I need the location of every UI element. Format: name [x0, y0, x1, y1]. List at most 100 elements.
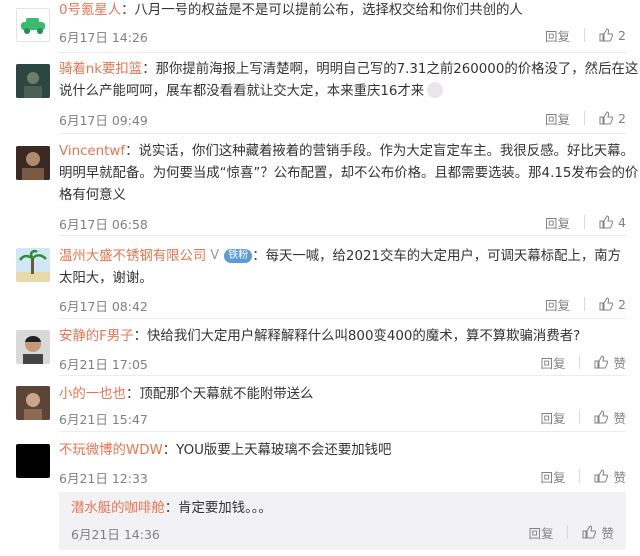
like-count: 2 [618, 27, 626, 43]
username[interactable]: 不玩微博的WDW [59, 443, 163, 458]
timestamp: 6月21日 14:36 [71, 527, 160, 542]
comment-item: 0号氪星人：八月一号的权益是不是可以提前公布，选择权交给和你们共创的人 6月17… [0, 0, 640, 56]
comment-text: 说什么产能呵呵，展车都没看看就让交大定，本来重庆16才来 [59, 81, 626, 103]
divider [584, 28, 586, 42]
like-button[interactable]: 赞 [594, 353, 626, 372]
username[interactable]: 骑着nk要扣篮 [59, 62, 142, 77]
comment-text: Vincentwf：说实话，你们这种藏着掖着的营销手段。作为大定盲定车主。我很反… [59, 144, 634, 159]
comment-body: 快给我们大定用户解释解释什么叫800变400的魔术，算不算欺骗消费者? [147, 329, 581, 344]
sub-reply: 潜水艇的咖啡舱：肯定要加钱。。。 6月21日 14:36 回复 赞 [59, 492, 626, 550]
comment-item: 骑着nk要扣篮：那你提前海报上写清楚啊，明明自己写的7.31之前260000的价… [0, 56, 640, 138]
divider [584, 111, 586, 125]
comment-actions: 回复 赞 [528, 523, 614, 541]
avatar[interactable] [16, 330, 50, 364]
reply-button[interactable]: 回复 [545, 213, 570, 232]
like-button[interactable]: 4 [599, 215, 626, 230]
timestamp: 6月17日 08:42 [59, 299, 148, 314]
reply-button[interactable]: 回复 [545, 26, 570, 45]
reply-button[interactable]: 回复 [540, 353, 565, 372]
like-count: 2 [618, 110, 626, 126]
comment-text: 安静的F男子：快给我们大定用户解释解释什么叫800变400的魔术，算不算欺骗消费… [59, 329, 581, 344]
comment-body: YOU版要上天幕玻璃不会还要加钱吧 [176, 443, 392, 458]
like-button[interactable]: 赞 [594, 408, 626, 427]
like-label: 赞 [613, 469, 626, 485]
comment-body: 说实话，你们这种藏着掖着的营销手段。作为大定盲定车主。我很反感。好比天幕。 [138, 144, 634, 159]
comment-actions: 回复 赞 [540, 467, 626, 485]
comment-text: 小的一也也：顶配那个天幕就不能附带送么 [59, 387, 314, 402]
comment-body: 八月一号的权益是不是可以提前公布，选择权交给和你们共创的人 [134, 3, 523, 18]
reply-button[interactable]: 回复 [528, 523, 553, 542]
timestamp: 6月21日 15:47 [59, 412, 148, 427]
comment-item: 安静的F男子：快给我们大定用户解释解释什么叫800变400的魔术，算不算欺骗消费… [0, 322, 640, 378]
comment-actions: 回复 4 [545, 213, 626, 231]
like-button[interactable]: 赞 [594, 467, 626, 486]
verified-badge: V [210, 248, 220, 263]
comment-text: 不玩微博的WDW：YOU版要上天幕玻璃不会还要加钱吧 [59, 443, 392, 458]
username[interactable]: 潜水艇的咖啡舱 [71, 501, 165, 516]
comment-text: 0号氪星人：八月一号的权益是不是可以提前公布，选择权交给和你们共创的人 [59, 3, 523, 18]
like-button[interactable]: 赞 [582, 523, 614, 542]
like-button[interactable]: 2 [599, 297, 626, 312]
comment-text: 格有何意义 [59, 188, 126, 203]
username[interactable]: 温州大盛不锈钢有限公司 [59, 249, 206, 264]
comment-text: 明明早就配备。为何要当成“惊喜”？公布配置，却不公布价格。且都需要选装。那4.1… [59, 166, 639, 181]
thumbs-up-icon [582, 525, 597, 539]
reply-button[interactable]: 回复 [540, 408, 565, 427]
divider [584, 297, 586, 311]
reply-button[interactable]: 回复 [540, 467, 565, 486]
username[interactable]: 小的一也也 [59, 387, 126, 402]
divider [579, 355, 581, 369]
comment-body: 肯定要加钱。。。 [178, 501, 272, 516]
like-button[interactable]: 2 [599, 111, 626, 126]
timestamp: 6月17日 06:58 [59, 217, 148, 232]
reply-button[interactable]: 回复 [545, 109, 570, 128]
timestamp: 6月17日 14:26 [59, 30, 148, 45]
thumbs-up-icon [594, 410, 609, 424]
divider [584, 215, 586, 229]
thumbs-up-icon [599, 215, 614, 229]
divider [579, 410, 581, 424]
avatar[interactable] [16, 8, 50, 42]
timestamp: 6月21日 17:05 [59, 357, 148, 372]
comment-body: 说什么产能呵呵，展车都没看看就让交大定，本来重庆16才来 [59, 84, 425, 99]
avatar[interactable] [16, 444, 50, 478]
like-label: 赞 [613, 355, 626, 371]
comment-item: 小的一也也：顶配那个天幕就不能附带送么 6月21日 15:47 回复 赞 [0, 378, 640, 434]
timestamp: 6月21日 12:33 [59, 471, 148, 486]
like-label: 赞 [613, 410, 626, 426]
avatar[interactable] [16, 386, 50, 420]
comment-body: 那你提前海报上写清楚啊，明明自己写的7.31之前260000的价格没了，然后在这 [155, 62, 639, 77]
divider [59, 431, 626, 432]
comment-text: 太阳大，谢谢。 [59, 271, 153, 286]
avatar[interactable] [16, 64, 50, 98]
comment-actions: 回复 2 [545, 109, 626, 127]
username[interactable]: Vincentwf [59, 144, 125, 159]
comment-body: 每天一喊，给2021交车的大定用户，可调天幕标配上，南方 [265, 249, 622, 264]
comment-text: 骑着nk要扣篮：那你提前海报上写清楚啊，明明自己写的7.31之前260000的价… [59, 62, 639, 77]
comment-text: 潜水艇的咖啡舱：肯定要加钱。。。 [71, 501, 272, 516]
thumbs-up-icon [594, 355, 609, 369]
divider [579, 469, 581, 483]
like-count: 4 [618, 214, 626, 230]
username[interactable]: 0号氪星人 [59, 3, 121, 18]
like-button[interactable]: 2 [599, 28, 626, 43]
divider [59, 52, 626, 53]
thumbs-up-icon [599, 111, 614, 125]
avatar[interactable] [16, 248, 50, 282]
like-label: 赞 [601, 525, 614, 541]
comment-actions: 回复 2 [545, 295, 626, 313]
divider [567, 525, 569, 539]
comment-item: 温州大盛不锈钢有限公司 V 铁粉 ：每天一喊，给2021交车的大定用户，可调天幕标配上… [0, 240, 640, 320]
divider [59, 133, 626, 134]
comment-actions: 回复 赞 [540, 353, 626, 371]
username[interactable]: 安静的F男子 [59, 329, 134, 344]
comment-body: 顶配那个天幕就不能附带送么 [139, 387, 314, 402]
avatar[interactable] [16, 146, 50, 180]
thumbs-up-icon [594, 469, 609, 483]
divider [59, 375, 626, 376]
comment-text: 温州大盛不锈钢有限公司 V 铁粉 ：每天一喊，给2021交车的大定用户，可调天幕标配上… [59, 245, 626, 268]
thumbs-up-icon [599, 28, 614, 42]
emoji-icon [427, 82, 444, 98]
comment-actions: 回复 2 [545, 26, 626, 44]
reply-button[interactable]: 回复 [545, 295, 570, 314]
